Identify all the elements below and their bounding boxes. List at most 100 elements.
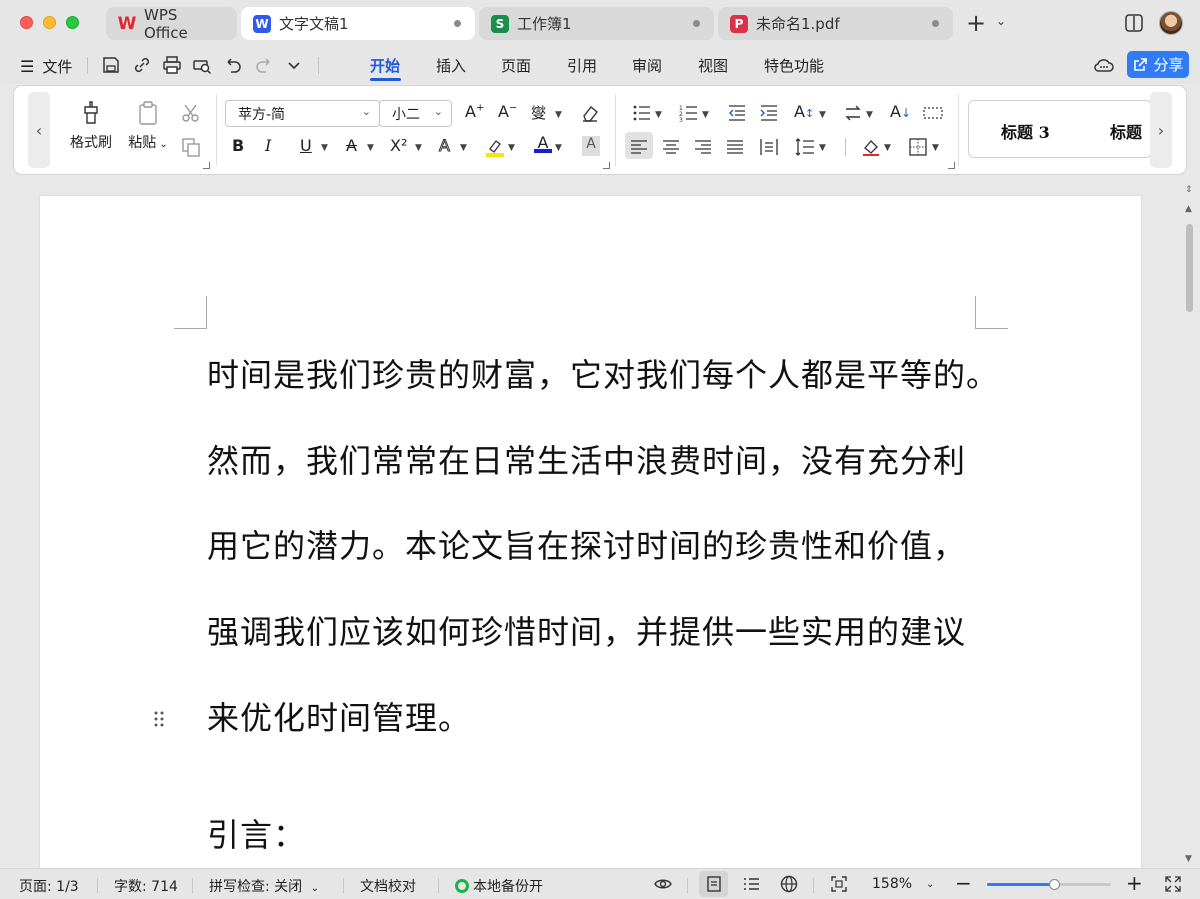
tab-home[interactable]: 开始 xyxy=(370,55,400,76)
justify-icon[interactable] xyxy=(724,136,746,158)
paragraph-line[interactable]: 强调我们应该如何珍惜时间，并提供一些实用的建议 xyxy=(207,612,1007,652)
paragraph-line[interactable]: 然而，我们常常在日常生活中浪费时间，没有充分利 xyxy=(207,441,1007,481)
character-shading-button[interactable]: A xyxy=(582,136,600,156)
decrease-font-size-icon[interactable]: A− xyxy=(498,102,517,121)
page-view-icon[interactable] xyxy=(704,874,724,894)
chevron-down-icon[interactable]: ▼ xyxy=(866,110,873,120)
tab-document[interactable]: W 文字文稿1 xyxy=(241,7,475,40)
bold-button[interactable]: B xyxy=(232,136,244,155)
tab-insert[interactable]: 插入 xyxy=(436,55,466,76)
chevron-down-icon[interactable]: ▼ xyxy=(655,110,662,120)
tab-pdf[interactable]: P 未命名1.pdf xyxy=(718,7,953,40)
tab-spreadsheet[interactable]: S 工作簿1 xyxy=(479,7,714,40)
text-effect-button[interactable]: A xyxy=(439,136,451,156)
chevron-down-icon[interactable]: ▼ xyxy=(321,143,328,153)
phonetic-guide-icon[interactable]: 燮 xyxy=(531,102,546,123)
chevron-down-icon[interactable]: ▼ xyxy=(508,143,515,153)
copy-icon[interactable] xyxy=(180,136,202,158)
section-heading[interactable]: 引言： xyxy=(207,815,1007,855)
chevron-down-icon[interactable]: ▼ xyxy=(367,143,374,153)
document-proofread-button[interactable]: 文档校对 xyxy=(360,876,416,896)
increase-indent-icon[interactable] xyxy=(758,102,780,124)
line-spacing-icon[interactable] xyxy=(794,136,816,158)
zoom-in-button[interactable]: + xyxy=(1126,871,1143,895)
font-color-button[interactable]: A xyxy=(534,133,552,153)
redo-icon[interactable] xyxy=(253,54,275,76)
drag-handle-icon[interactable] xyxy=(152,709,166,729)
maximize-window-button[interactable] xyxy=(66,16,79,29)
clear-format-icon[interactable] xyxy=(579,102,601,124)
paragraph-line[interactable]: 用它的潜力。本论文旨在探讨时间的珍贵性和价值， xyxy=(207,526,1007,566)
page-indicator[interactable]: 页面: 1/3 xyxy=(19,876,79,896)
italic-button[interactable]: I xyxy=(265,136,271,155)
highlight-icon[interactable] xyxy=(484,136,506,158)
align-right-icon[interactable] xyxy=(692,136,714,158)
word-count[interactable]: 字数: 714 xyxy=(114,876,178,896)
shading-icon[interactable] xyxy=(860,136,882,158)
zoom-out-button[interactable]: − xyxy=(955,871,972,895)
web-view-icon[interactable] xyxy=(779,874,799,894)
show-hide-marks-icon[interactable] xyxy=(922,102,944,124)
paragraph-line[interactable]: 时间是我们珍贵的财富，它对我们每个人都是平等的。 xyxy=(207,355,1007,395)
local-backup-status[interactable]: 本地备份开 xyxy=(455,876,543,896)
zoom-level[interactable]: 158% xyxy=(872,876,912,892)
increase-font-size-icon[interactable]: A+ xyxy=(465,102,484,121)
scroll-down-button[interactable]: ▼ xyxy=(1185,854,1192,864)
cut-icon[interactable] xyxy=(180,102,202,124)
ruler-toggle-icon[interactable]: ⇕ xyxy=(1185,185,1193,195)
ribbon-scroll-right-button[interactable]: › xyxy=(1150,92,1172,168)
chevron-down-icon[interactable]: ▼ xyxy=(932,143,939,153)
chevron-down-icon[interactable]: ▼ xyxy=(702,110,709,120)
swap-direction-icon[interactable] xyxy=(842,102,864,124)
minimize-window-button[interactable] xyxy=(43,16,56,29)
borders-icon[interactable] xyxy=(907,136,929,158)
zoom-slider-handle[interactable] xyxy=(1049,879,1060,890)
print-icon[interactable] xyxy=(161,54,183,76)
tab-view[interactable]: 视图 xyxy=(698,55,728,76)
chevron-down-icon[interactable]: ▼ xyxy=(460,143,467,153)
chevron-down-icon[interactable]: ▼ xyxy=(819,143,826,153)
chevron-down-icon[interactable]: ▼ xyxy=(415,143,422,153)
paragraph-line[interactable]: 来优化时间管理。 xyxy=(207,698,1007,738)
chevron-down-icon[interactable]: ▼ xyxy=(819,110,826,120)
user-avatar[interactable] xyxy=(1159,11,1183,35)
new-tab-button[interactable]: + xyxy=(966,10,986,36)
window-layout-icon[interactable] xyxy=(1123,12,1145,34)
paragraph-dialog-launcher[interactable] xyxy=(948,162,955,169)
chevron-down-icon[interactable]: ▼ xyxy=(555,110,562,120)
style-heading[interactable]: 标题 xyxy=(1110,119,1142,143)
cloud-sync-icon[interactable] xyxy=(1093,55,1115,75)
underline-button[interactable]: U xyxy=(300,136,312,155)
fullscreen-icon[interactable] xyxy=(1163,874,1183,894)
vertical-scrollbar-thumb[interactable] xyxy=(1186,224,1193,312)
undo-icon[interactable] xyxy=(222,54,244,76)
format-painter-button[interactable]: 格式刷 xyxy=(66,100,116,152)
chevron-down-icon[interactable]: ⌄ xyxy=(996,14,1006,28)
font-dialog-launcher[interactable] xyxy=(603,162,610,169)
fit-page-icon[interactable] xyxy=(829,874,849,894)
scroll-up-button[interactable]: ▲ xyxy=(1185,204,1192,214)
file-menu[interactable]: ☰ 文件 xyxy=(20,56,72,77)
chevron-down-icon[interactable]: ▼ xyxy=(555,143,562,153)
distributed-align-icon[interactable] xyxy=(758,136,780,158)
link-icon[interactable] xyxy=(131,54,153,76)
chevron-down-icon[interactable]: ⌄ xyxy=(926,879,934,890)
text-direction-icon[interactable]: A↕ xyxy=(794,102,814,121)
tab-wps-office[interactable]: W WPS Office xyxy=(106,6,237,42)
chevron-down-icon[interactable] xyxy=(283,54,305,76)
sort-icon[interactable]: A↓ xyxy=(890,102,911,121)
chevron-down-icon[interactable]: ▼ xyxy=(884,143,891,153)
numbered-list-icon[interactable]: 123 xyxy=(678,102,700,124)
style-heading-3[interactable]: 标题 3 xyxy=(1001,119,1050,143)
bullet-list-icon[interactable] xyxy=(631,102,653,124)
tab-page[interactable]: 页面 xyxy=(501,55,531,76)
font-size-select[interactable]: 小二 ⌄ xyxy=(379,100,452,127)
superscript-button[interactable]: X² xyxy=(390,136,407,155)
ribbon-scroll-left-button[interactable]: ‹ xyxy=(28,92,50,168)
eye-icon[interactable] xyxy=(653,874,673,894)
tab-references[interactable]: 引用 xyxy=(567,55,597,76)
close-window-button[interactable] xyxy=(20,16,33,29)
clipboard-dialog-launcher[interactable] xyxy=(203,162,210,169)
tab-special-features[interactable]: 特色功能 xyxy=(764,55,824,76)
decrease-indent-icon[interactable] xyxy=(726,102,748,124)
